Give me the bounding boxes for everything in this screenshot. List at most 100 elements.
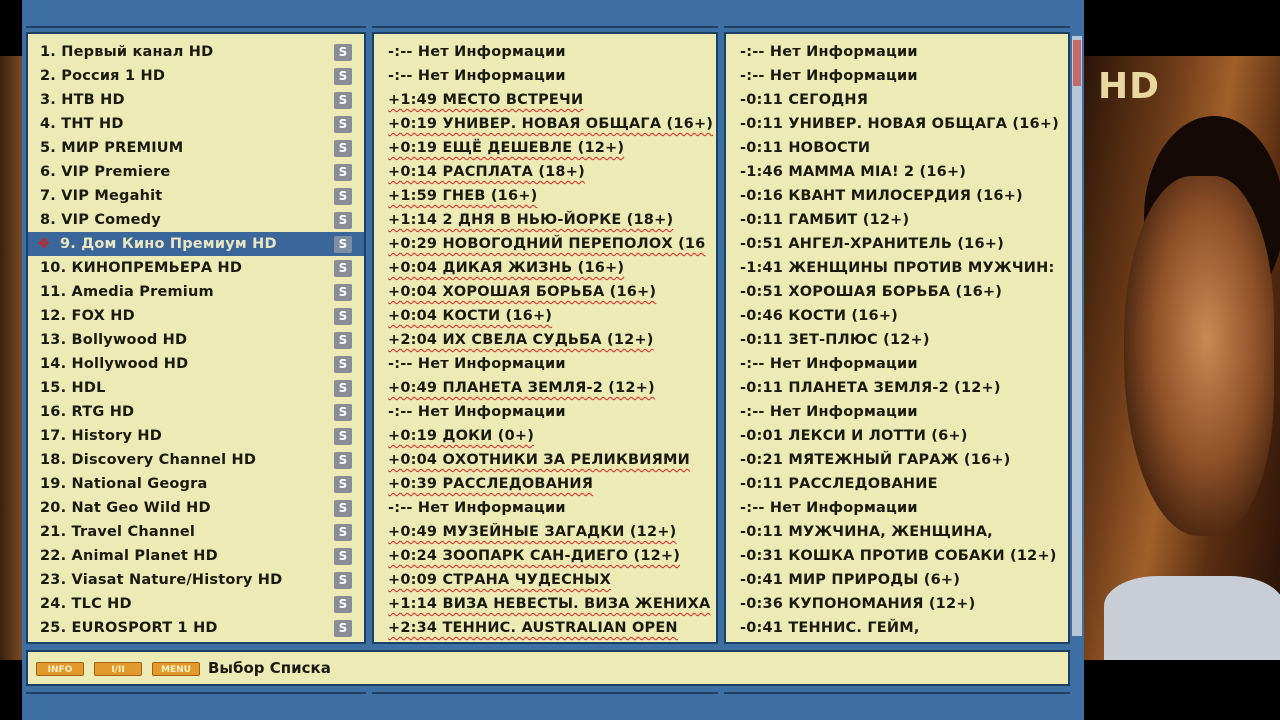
next-program-row[interactable]: -:-- Нет Информации: [726, 64, 1068, 88]
current-program-row[interactable]: +0:49 МУЗЕЙНЫЕ ЗАГАДКИ (12+): [374, 520, 716, 544]
channel-name: 15. HDL: [40, 380, 106, 396]
next-program-row[interactable]: -0:31 КОШКА ПРОТИВ СОБАКИ (12+): [726, 544, 1068, 568]
current-program-row[interactable]: +2:34 ТЕННИС. AUSTRALIAN OPEN: [374, 616, 716, 640]
current-program-row[interactable]: +0:04 ОХОТНИКИ ЗА РЕЛИКВИЯМИ: [374, 448, 716, 472]
current-program-row[interactable]: +0:49 ПЛАНЕТА ЗЕМЛЯ-2 (12+): [374, 376, 716, 400]
channel-row[interactable]: 8. VIP Comedy S: [28, 208, 364, 232]
next-program-row-title: -0:36 КУПОНОМАНИЯ (12+): [740, 596, 976, 612]
channel-row[interactable]: 18. Discovery Channel HD S: [28, 448, 364, 472]
current-program-row[interactable]: +1:14 ВИЗА НЕВЕСТЫ. ВИЗА ЖЕНИХА: [374, 592, 716, 616]
current-program-row[interactable]: -:-- Нет Информации: [374, 64, 716, 88]
current-program-row[interactable]: +0:19 УНИВЕР. НОВАЯ ОБЩАГА (16+): [374, 112, 716, 136]
next-program-row[interactable]: -0:11 ГАМБИТ (12+): [726, 208, 1068, 232]
scrambled-badge-icon: S: [334, 476, 352, 493]
channel-row[interactable]: 4. ТНТ HD S: [28, 112, 364, 136]
current-program-row[interactable]: +1:14 2 ДНЯ В НЬЮ-ЙОРКЕ (18+): [374, 208, 716, 232]
scrambled-badge-icon: S: [334, 44, 352, 61]
channel-row[interactable]: ✥ 9. Дом Кино Премиум HD S: [28, 232, 364, 256]
current-program-row[interactable]: +0:04 ХОРОШАЯ БОРЬБА (16+): [374, 280, 716, 304]
current-program-row[interactable]: -:-- Нет Информации: [374, 40, 716, 64]
current-program-row[interactable]: +0:39 РАССЛЕДОВАНИЯ: [374, 472, 716, 496]
next-program-row[interactable]: -:-- Нет Информации: [726, 496, 1068, 520]
channel-row[interactable]: 2. Россия 1 HD S: [28, 64, 364, 88]
next-program-row[interactable]: -0:11 УНИВЕР. НОВАЯ ОБЩАГА (16+): [726, 112, 1068, 136]
current-program-row[interactable]: -:-- Нет Информации: [374, 496, 716, 520]
current-program-row[interactable]: +0:29 НОВОГОДНИЙ ПЕРЕПОЛОХ (16: [374, 232, 716, 256]
channel-row[interactable]: 17. History HD S: [28, 424, 364, 448]
next-program-row[interactable]: -0:36 КУПОНОМАНИЯ (12+): [726, 592, 1068, 616]
current-program-row[interactable]: +1:49 МЕСТО ВСТРЕЧИ: [374, 88, 716, 112]
current-program-row[interactable]: +0:19 ДОКИ (0+): [374, 424, 716, 448]
next-program-row[interactable]: -1:46 МАММА MIA! 2 (16+): [726, 160, 1068, 184]
next-program-row[interactable]: -0:51 ХОРОШАЯ БОРЬБА (16+): [726, 280, 1068, 304]
channel-row[interactable]: 10. КИНОПРЕМЬЕРА HD S: [28, 256, 364, 280]
next-program-row[interactable]: -0:11 СЕГОДНЯ: [726, 88, 1068, 112]
channel-row[interactable]: 1. Первый канал HD S: [28, 40, 364, 64]
channel-row[interactable]: 16. RTG HD S: [28, 400, 364, 424]
scrollbar[interactable]: [1072, 36, 1082, 636]
scrambled-badge-icon: S: [334, 404, 352, 421]
next-program-row[interactable]: -0:46 КОСТИ (16+): [726, 304, 1068, 328]
current-program-row[interactable]: +2:04 ИХ СВЕЛА СУДЬБА (12+): [374, 328, 716, 352]
scrollbar-thumb[interactable]: [1073, 40, 1081, 86]
channel-row[interactable]: 6. VIP Premiere S: [28, 160, 364, 184]
current-program-row[interactable]: -:-- Нет Информации: [374, 352, 716, 376]
channel-row[interactable]: 12. FOX HD S: [28, 304, 364, 328]
channel-row[interactable]: 19. National Geogra S: [28, 472, 364, 496]
next-program-row[interactable]: -:-- Нет Информации: [726, 40, 1068, 64]
next-program-row[interactable]: -0:41 ТЕННИС. ГЕЙМ,: [726, 616, 1068, 640]
current-program-row[interactable]: +0:04 ДИКАЯ ЖИЗНЬ (16+): [374, 256, 716, 280]
channel-name: 22. Animal Planet HD: [40, 548, 218, 564]
next-program-row[interactable]: -0:01 ЛЕКСИ И ЛОТТИ (6+): [726, 424, 1068, 448]
next-program-row[interactable]: -0:51 АНГЕЛ-ХРАНИТЕЛЬ (16+): [726, 232, 1068, 256]
channel-row[interactable]: 5. МИР PREMIUM S: [28, 136, 364, 160]
next-program-row-title: -0:31 КОШКА ПРОТИВ СОБАКИ (12+): [740, 548, 1057, 564]
next-program-row[interactable]: -0:41 МИР ПРИРОДЫ (6+): [726, 568, 1068, 592]
next-program-row[interactable]: -:-- Нет Информации: [726, 400, 1068, 424]
next-program-row-title: -0:46 КОСТИ (16+): [740, 308, 899, 324]
next-program-row-title: -0:41 ТЕННИС. ГЕЙМ,: [740, 620, 920, 636]
channel-row[interactable]: 20. Nat Geo Wild HD S: [28, 496, 364, 520]
next-program-row[interactable]: -1:41 ЖЕНЩИНЫ ПРОТИВ МУЖЧИН:: [726, 256, 1068, 280]
menu-key[interactable]: MENU: [152, 662, 200, 676]
channel-row[interactable]: 24. TLC HD S: [28, 592, 364, 616]
scrambled-badge-icon: S: [334, 116, 352, 133]
header-bar-channels: [26, 0, 366, 28]
channel-row[interactable]: 15. HDL S: [28, 376, 364, 400]
scrambled-badge-icon: S: [334, 332, 352, 349]
channel-row[interactable]: 14. Hollywood HD S: [28, 352, 364, 376]
current-program-row-title: +0:19 ДОКИ (0+): [388, 428, 535, 444]
next-program-row[interactable]: -:-- Нет Информации: [726, 352, 1068, 376]
channel-row[interactable]: 25. EUROSPORT 1 HD S: [28, 616, 364, 640]
current-program-row-title: +0:24 ЗООПАРК САН-ДИЕГО (12+): [388, 548, 681, 564]
next-program-row[interactable]: -0:11 МУЖЧИНА, ЖЕНЩИНА,: [726, 520, 1068, 544]
channel-name: 20. Nat Geo Wild HD: [40, 500, 211, 516]
channel-row[interactable]: 3. НТВ HD S: [28, 88, 364, 112]
channel-row[interactable]: 21. Travel Channel S: [28, 520, 364, 544]
info-key[interactable]: INFO: [36, 662, 84, 676]
current-program-row[interactable]: +0:14 РАСПЛАТА (18+): [374, 160, 716, 184]
channel-row[interactable]: 13. Bollywood HD S: [28, 328, 364, 352]
current-program-row[interactable]: +0:04 КОСТИ (16+): [374, 304, 716, 328]
channel-row[interactable]: 7. VIP Megahit S: [28, 184, 364, 208]
current-program-row[interactable]: +1:59 ГНЕВ (16+): [374, 184, 716, 208]
current-program-row[interactable]: +0:09 СТРАНА ЧУДЕСНЫХ: [374, 568, 716, 592]
channel-row[interactable]: 22. Animal Planet HD S: [28, 544, 364, 568]
next-program-row[interactable]: -0:21 МЯТЕЖНЫЙ ГАРАЖ (16+): [726, 448, 1068, 472]
next-program-row[interactable]: -0:11 НОВОСТИ: [726, 136, 1068, 160]
next-program-row[interactable]: -0:11 ЗЕТ-ПЛЮС (12+): [726, 328, 1068, 352]
help-text: Выбор Списка: [208, 659, 331, 677]
current-program-row[interactable]: +0:24 ЗООПАРК САН-ДИЕГО (12+): [374, 544, 716, 568]
next-program-row-title: -0:11 ГАМБИТ (12+): [740, 212, 910, 228]
channel-row[interactable]: 11. Amedia Premium S: [28, 280, 364, 304]
audio-key[interactable]: I/II: [94, 662, 142, 676]
current-program-row-title: +0:04 ДИКАЯ ЖИЗНЬ (16+): [388, 260, 625, 276]
current-program-row[interactable]: -:-- Нет Информации: [374, 400, 716, 424]
channel-row[interactable]: 23. Viasat Nature/History HD S: [28, 568, 364, 592]
current-program-row-title: +2:34 ТЕННИС. AUSTRALIAN OPEN: [388, 620, 678, 636]
channel-name: 3. НТВ HD: [40, 92, 125, 108]
next-program-row[interactable]: -0:11 ПЛАНЕТА ЗЕМЛЯ-2 (12+): [726, 376, 1068, 400]
current-program-row[interactable]: +0:19 ЕЩЁ ДЕШЕВЛЕ (12+): [374, 136, 716, 160]
next-program-row[interactable]: -0:16 КВАНТ МИЛОСЕРДИЯ (16+): [726, 184, 1068, 208]
next-program-row[interactable]: -0:11 РАССЛЕДОВАНИЕ: [726, 472, 1068, 496]
